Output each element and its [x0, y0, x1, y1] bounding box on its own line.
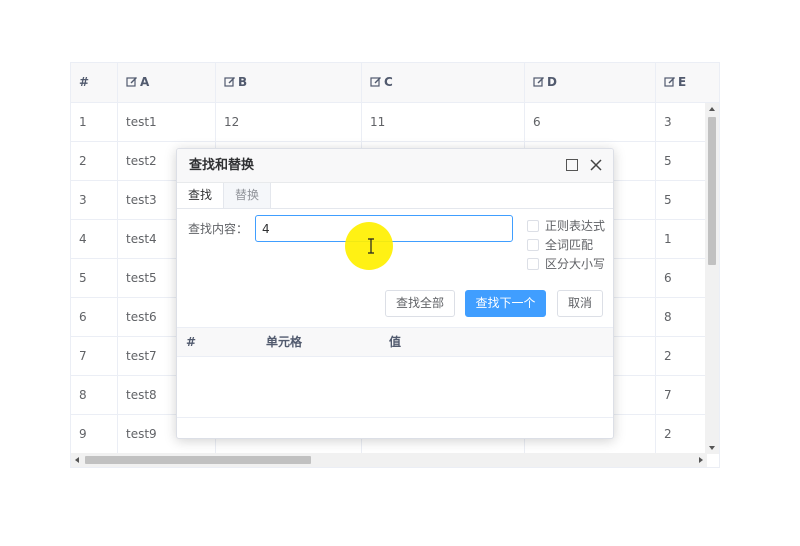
- cell-e[interactable]: 5: [656, 142, 707, 180]
- cancel-button[interactable]: 取消: [557, 290, 603, 317]
- cell-a[interactable]: test1: [118, 103, 216, 141]
- header-cell-d[interactable]: D: [525, 63, 656, 102]
- cell-e[interactable]: 7: [656, 376, 707, 414]
- checkbox[interactable]: [527, 220, 539, 232]
- header-label: #: [79, 75, 90, 89]
- find-all-button[interactable]: 查找全部: [385, 290, 455, 317]
- option-label: 区分大小写: [545, 257, 606, 271]
- cell-e[interactable]: 3: [656, 103, 707, 141]
- cell-index[interactable]: 4: [71, 220, 118, 258]
- option-regex[interactable]: 正则表达式: [527, 218, 605, 234]
- cell-index[interactable]: 7: [71, 337, 118, 375]
- scroll-right-icon[interactable]: [699, 457, 703, 463]
- header-label: B: [238, 75, 248, 89]
- edit-icon[interactable]: [370, 76, 382, 88]
- header-cell-c[interactable]: C: [362, 63, 525, 102]
- header-cell-e[interactable]: E: [656, 63, 719, 102]
- cell-e[interactable]: 2: [656, 337, 707, 375]
- header-label: D: [547, 75, 557, 89]
- cell-index[interactable]: 3: [71, 181, 118, 219]
- header-label: A: [140, 75, 150, 89]
- table-header: # A B C D E: [71, 63, 719, 103]
- find-next-button[interactable]: 查找下一个: [465, 290, 546, 317]
- checkbox[interactable]: [527, 258, 539, 270]
- header-cell-index: #: [71, 63, 118, 102]
- edit-icon[interactable]: [533, 76, 545, 88]
- scroll-up-icon[interactable]: [709, 107, 715, 111]
- results-col-index: #: [186, 335, 197, 349]
- cell-index[interactable]: 5: [71, 259, 118, 297]
- cell-b[interactable]: 12: [216, 103, 362, 141]
- option-match-case[interactable]: 区分大小写: [527, 256, 605, 272]
- header-cell-b[interactable]: B: [216, 63, 362, 102]
- option-label: 全词匹配: [545, 238, 594, 252]
- cell-d[interactable]: 6: [525, 103, 656, 141]
- dialog-header[interactable]: 查找和替换: [177, 149, 613, 183]
- scroll-down-icon[interactable]: [709, 446, 715, 450]
- dialog-tabs: 查找 替换: [177, 183, 613, 209]
- cell-index[interactable]: 8: [71, 376, 118, 414]
- cell-e[interactable]: 8: [656, 298, 707, 336]
- scroll-left-icon[interactable]: [75, 457, 79, 463]
- cell-e[interactable]: 6: [656, 259, 707, 297]
- table-row[interactable]: 1 test1 12 11 6 3: [71, 103, 707, 142]
- cell-index[interactable]: 9: [71, 415, 118, 453]
- edit-icon[interactable]: [664, 76, 676, 88]
- cell-e[interactable]: 5: [656, 181, 707, 219]
- results-col-value: 值: [389, 335, 402, 349]
- horizontal-scrollbar[interactable]: [71, 453, 707, 467]
- find-label: 查找内容：: [188, 222, 249, 236]
- option-whole-word[interactable]: 全词匹配: [527, 237, 593, 253]
- tab-find[interactable]: 查找: [177, 183, 224, 208]
- cell-index[interactable]: 6: [71, 298, 118, 336]
- horizontal-scroll-thumb[interactable]: [85, 456, 311, 464]
- cell-c[interactable]: 11: [362, 103, 525, 141]
- find-replace-dialog: 查找和替换 查找 替换 查找内容： 正则表达式 全词匹配 区分大小写 查找全部 …: [176, 148, 614, 439]
- dialog-title: 查找和替换: [189, 158, 255, 173]
- results-col-cell: 单元格: [266, 335, 303, 349]
- cell-e[interactable]: 2: [656, 415, 707, 453]
- results-table: # 单元格 值: [177, 327, 613, 438]
- checkbox[interactable]: [527, 239, 539, 251]
- maximize-icon[interactable]: [566, 159, 578, 171]
- edit-icon[interactable]: [224, 76, 236, 88]
- header-cell-a[interactable]: A: [118, 63, 216, 102]
- edit-icon[interactable]: [126, 76, 138, 88]
- vertical-scrollbar[interactable]: [705, 103, 719, 454]
- tab-replace[interactable]: 替换: [223, 183, 272, 208]
- cell-e[interactable]: 1: [656, 220, 707, 258]
- cell-index[interactable]: 2: [71, 142, 118, 180]
- cell-index[interactable]: 1: [71, 103, 118, 141]
- text-cursor-icon: [368, 238, 374, 254]
- results-header: # 单元格 值: [177, 328, 613, 357]
- close-icon[interactable]: [589, 158, 603, 172]
- header-label: C: [384, 75, 393, 89]
- divider: [177, 417, 613, 418]
- vertical-scroll-thumb[interactable]: [708, 117, 716, 265]
- option-label: 正则表达式: [545, 219, 606, 233]
- header-label: E: [678, 75, 687, 89]
